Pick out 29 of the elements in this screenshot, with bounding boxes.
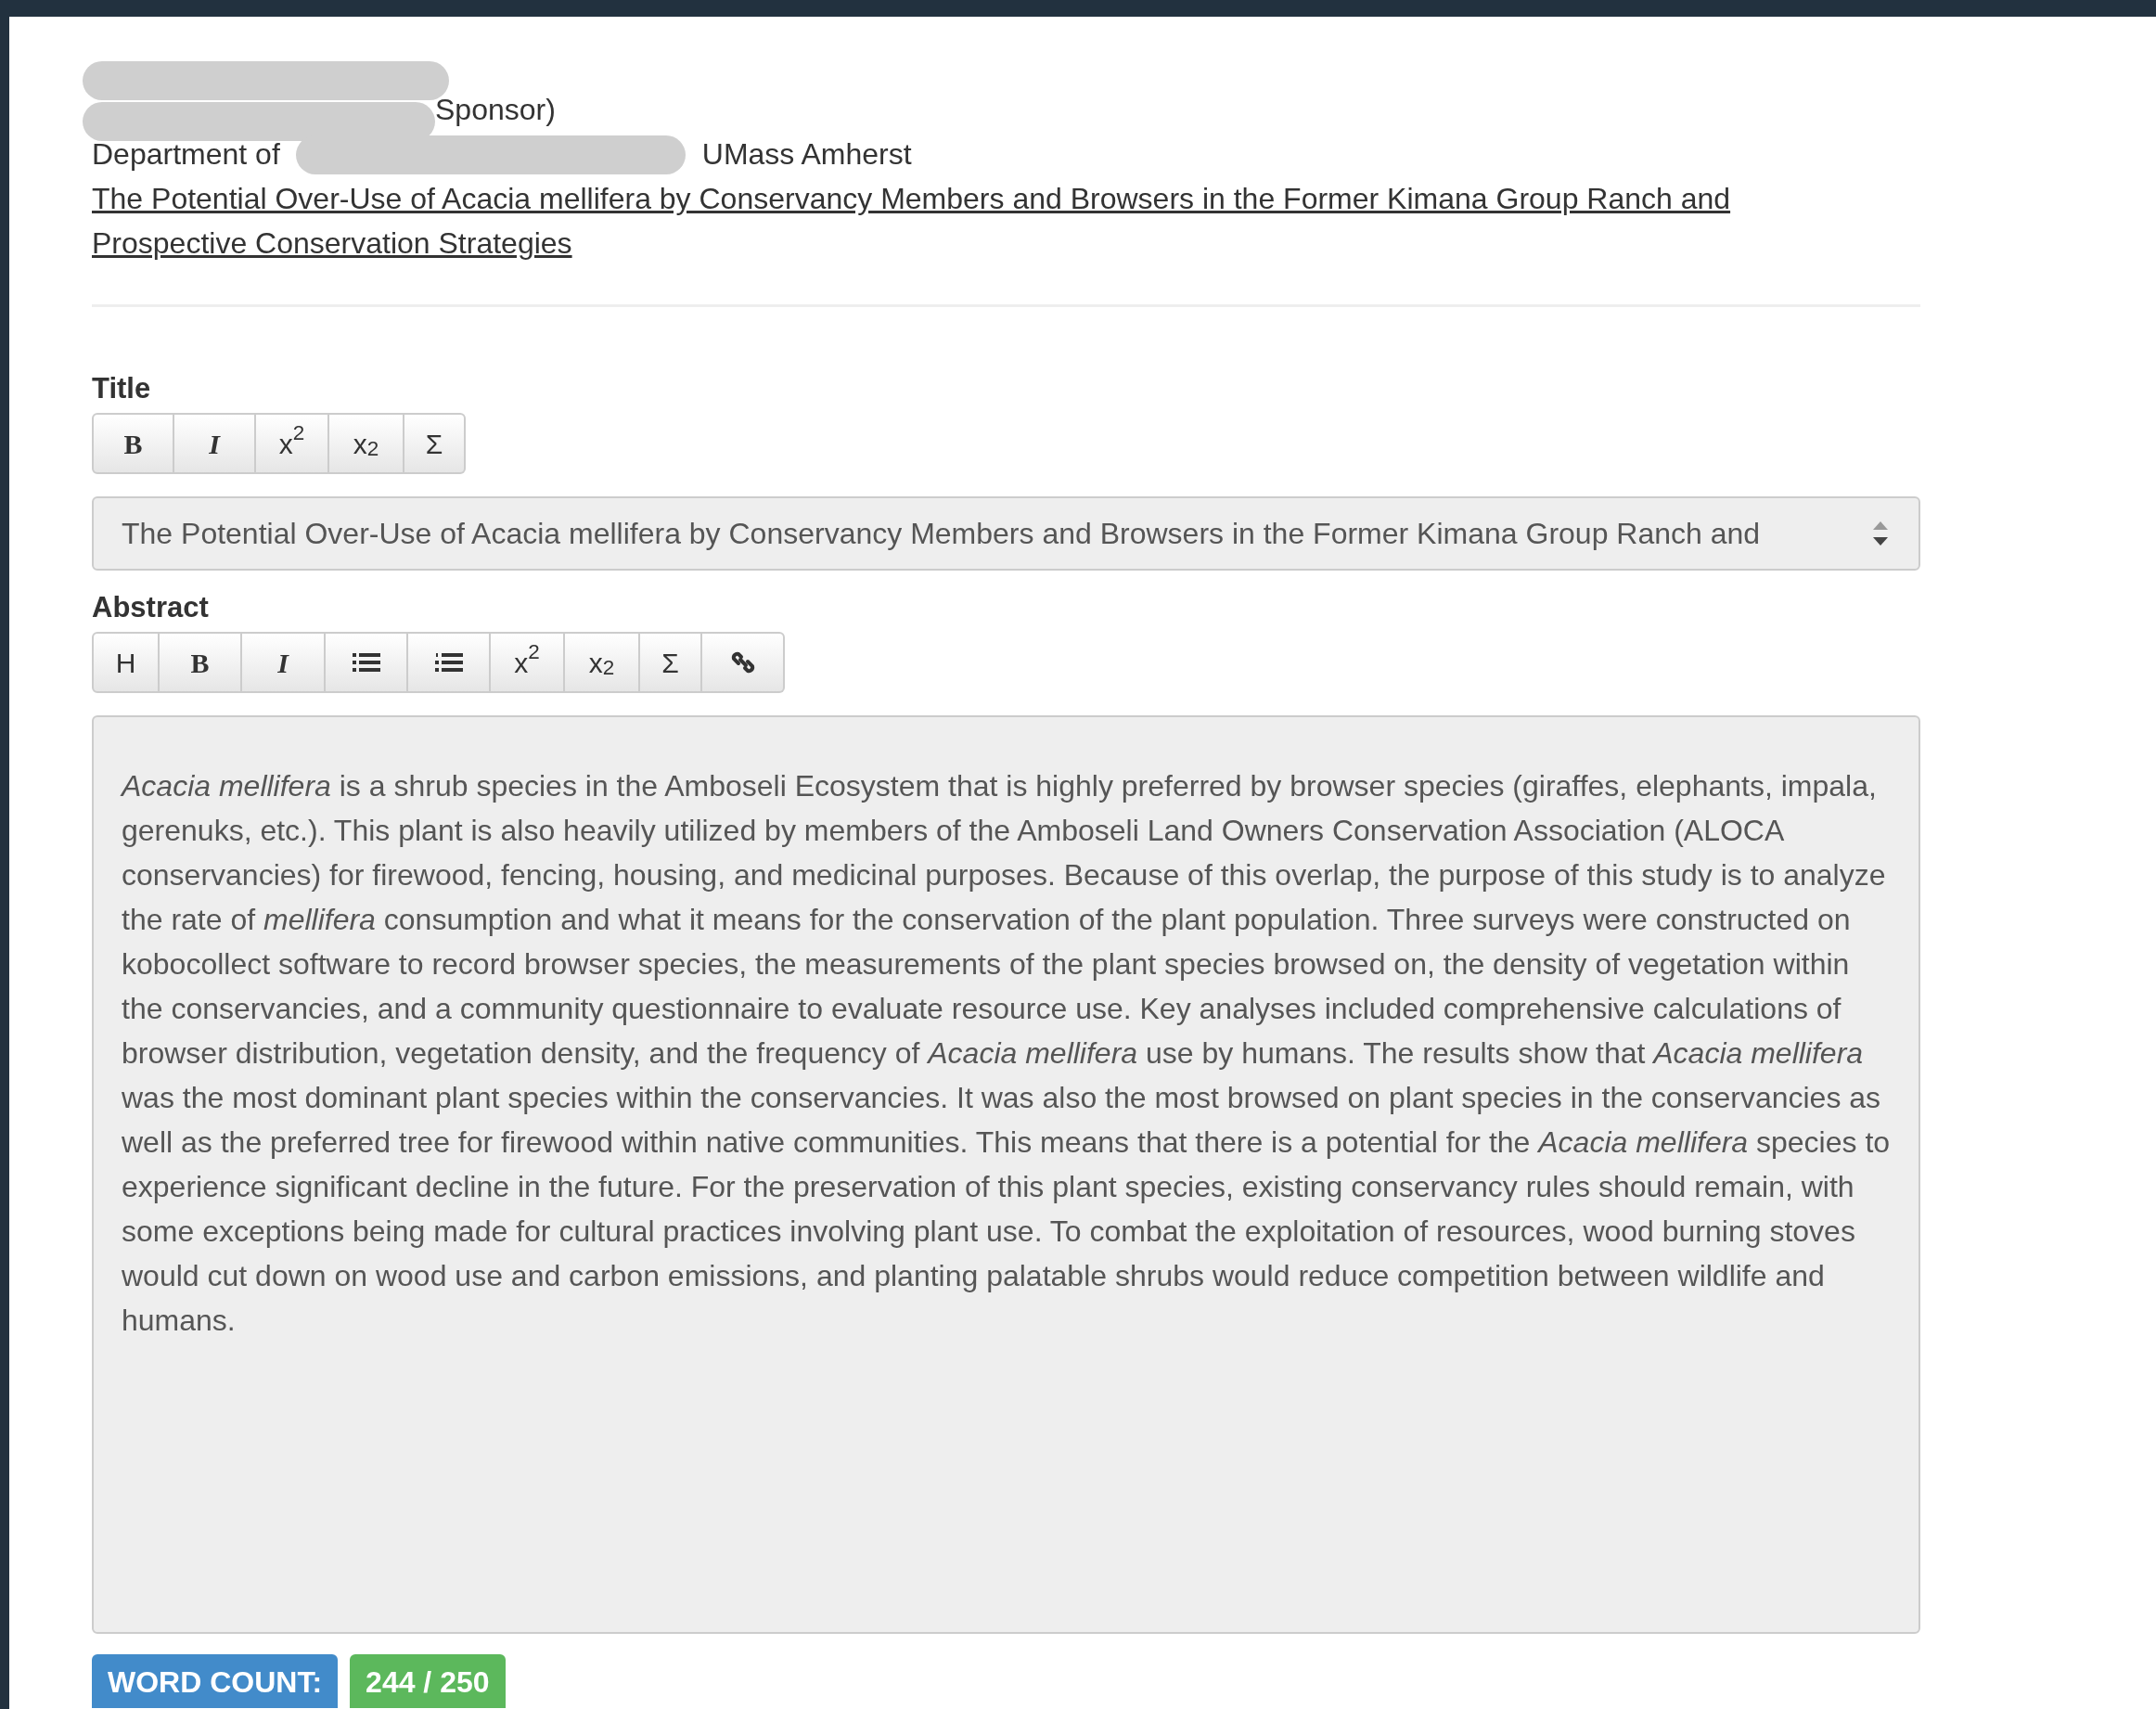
sponsor-text: Sponsor) (435, 93, 556, 126)
university-text: UMass Amherst (701, 136, 912, 173)
bullet-list-icon (352, 652, 380, 673)
title-value: The Potential Over-Use of Acacia mellifera by Conservancy Members and Browsers in the Former Kimana Group Ranch and (122, 516, 1762, 552)
word-count-label: WORD COUNT: (92, 1654, 339, 1708)
toolbar-button[interactable]: H (92, 632, 160, 693)
toolbar-button[interactable]: Σ (404, 413, 466, 474)
word-count-value: 244 / 250 (350, 1654, 506, 1708)
bold-button[interactable]: B (92, 413, 174, 474)
list-button[interactable] (408, 632, 491, 693)
toolbar-button[interactable]: x$^{2}$ (491, 632, 565, 693)
abstract-field[interactable] (92, 715, 1920, 1634)
toolbar-button[interactable]: Σ (640, 632, 702, 693)
bold-button[interactable]: B (160, 632, 242, 693)
toolbar-button[interactable]: x$^{2}$ (256, 413, 329, 474)
link-button[interactable] (702, 632, 785, 693)
department-text: Department of (92, 136, 280, 173)
title-field[interactable]: The Potential Over-Use of Acacia mellifera by Conservancy Members and Browsers in the Former Kimana Group Ranch and (92, 496, 1920, 571)
toolbar-button[interactable]: x$_{2}$ (565, 632, 640, 693)
abstract-text: Acacia mellifera is a shrub species in the Amboseli Ecosystem that is highly preferred by browser species (giraffes, elephants, impala, gerenuks, etc.). This plant is also heavily utilized by members of the Amboseli Land Owners Conservation Association (ALOCA conservancies) for firewood, fencing, housing, and medicinal purposes. Because of this overlap, the purpose of this study is to analyze the rate of mellifera consumption and what it means for the conservation of the plant population. Three surveys were constructed on kobocollect software to record browser species, the measurements of the plant species browsed on, the density of vegetation within the conservancies, and a community questionnaire to evaluate resource use. Key analyses included comprehensive calculations of browser distribution, vegetation density, and the frequency of Acacia mellifera use by humans. The results show that Acacia mellifera was the most dominant plant species within the conservancies. It was also the most browsed on plant species in the conservancies as well as the preferred tree for firewood within native communities. This means that there is a potential for the Acacia mellifera species to experience significant decline in the future. For the preservation of this plant species, existing conservancy rules should remain, with some exceptions being made for cultural practices involving plant use. To combat the exploitation of resources, wood burning stoves would cut down on wood use and carbon emissions, and planting palatable shrubs would reduce competition between wildlife and humans. (122, 768, 1892, 1339)
title-link[interactable]: The Potential Over-Use of Acacia mellifera by Conservancy Members and Browsers in the Former Kimana Group Ranch and Prospective Conservation Strategies (92, 176, 1827, 265)
title-label: Title (92, 371, 152, 406)
toolbar-button[interactable]: x$_{2}$ (329, 413, 404, 474)
abstract-label: Abstract (92, 590, 210, 625)
italic-button[interactable]: I (242, 632, 326, 693)
list-button[interactable] (326, 632, 408, 693)
numbered-list-icon (434, 652, 463, 673)
italic-button[interactable]: I (174, 413, 256, 474)
link-icon (730, 650, 755, 675)
